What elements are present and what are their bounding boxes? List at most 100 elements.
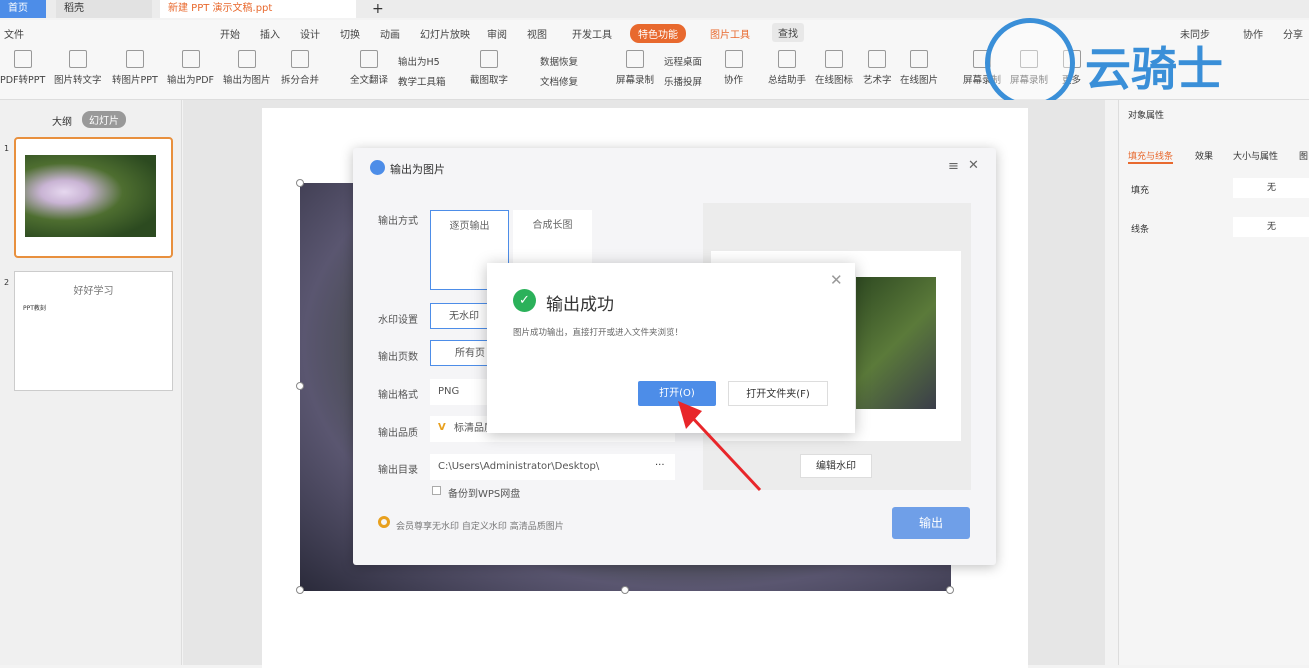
export-h5-button[interactable]: 输出为H5 [398,54,440,68]
slide-thumbnail-1[interactable] [14,137,173,258]
menu-item[interactable]: 审阅 [487,26,507,41]
new-tab-button[interactable]: + [364,0,392,18]
edit-watermark-button[interactable]: 编辑水印 [800,454,872,478]
resize-handle[interactable] [296,586,304,594]
slides-tab[interactable]: 幻灯片 [82,111,126,128]
success-check-icon: ✓ [513,289,536,312]
translate-button[interactable]: 全文翻译 [350,50,388,86]
art-text-button[interactable]: 艺术字 [863,50,892,86]
tab-fill-line[interactable]: 填充与线条 [1128,149,1174,164]
logo-text: 云骑士 [1085,42,1223,96]
preview-image [856,277,936,409]
slide-number: 2 [4,278,10,287]
tab-effects[interactable]: 效果 [1195,149,1213,162]
dir-label: 输出目录 [378,465,418,476]
backup-label: 备份到WPS网盘 [448,489,521,500]
label: 转图片PPT [112,75,158,86]
label: 截图取字 [470,75,509,86]
menu-item[interactable]: 幻灯片放映 [420,26,470,41]
export-pdf-button[interactable]: 输出为PDF [167,50,214,86]
export-image-button[interactable]: 输出为图片 [223,50,271,86]
teaching-tools-button[interactable]: 教学工具箱 [398,74,446,88]
menu-icon[interactable]: ≡ [948,159,959,174]
arrow-shaft [686,411,762,492]
close-icon[interactable]: ✕ [968,158,979,173]
popup-message: 图片成功输出，直接打开或进入文件夹浏览！ [513,328,684,338]
image-ppt-button[interactable]: 转图片PPT [112,50,158,86]
label: 全文翻译 [350,75,389,86]
watermark-logo: 云骑士 [985,8,1295,108]
image-to-text-button[interactable]: 图片转文字 [54,50,102,86]
tab-daoke[interactable]: 稻壳 [56,0,152,18]
tab-size[interactable]: 大小与属性 [1233,149,1278,162]
menu-item[interactable]: 视图 [527,26,547,41]
fill-select[interactable]: 无 [1233,178,1309,198]
label: 协作 [724,75,744,86]
menu-item[interactable]: 插入 [260,26,280,41]
search-button[interactable]: 查找 [772,23,804,42]
resize-handle[interactable] [621,586,629,594]
slide-thumbnail-image [25,155,156,237]
screen-record-button[interactable]: 屏幕录制 [616,50,654,86]
collab-tool-button[interactable]: 协作 [724,50,743,86]
property-panel: 对象属性 填充与线条 效果 大小与属性 图 填充 无 线条 无 [1118,100,1309,665]
line-select[interactable]: 无 [1233,217,1309,237]
panel-title: 对象属性 [1128,111,1165,121]
close-icon[interactable]: ✕ [830,271,843,289]
vip-icon: V [438,422,446,433]
browse-button[interactable]: ··· [655,460,665,471]
label: 输出为图片 [223,75,271,86]
screenshot-text-button[interactable]: 截图取字 [470,50,508,86]
dialog-title: 输出为图片 [390,163,445,176]
cast-screen-button[interactable]: 乐播投屏 [664,74,702,88]
label: 屏幕录制 [616,75,655,86]
split-merge-button[interactable]: 拆分合并 [281,50,319,86]
watermark-label: 水印设置 [378,315,418,326]
menu-item[interactable]: 设计 [300,26,320,41]
dir-input[interactable]: C:\Users\Administrator\Desktop\ [430,454,675,480]
format-label: 输出格式 [378,390,418,401]
slide-panel: 大纲 幻灯片 1 2 好好学习 PPT教刻 [0,100,182,665]
image-export-icon [370,160,385,175]
label: 总结助手 [768,75,807,86]
file-menu[interactable]: 文件 [4,26,24,41]
tab-picture[interactable]: 图 [1299,149,1308,162]
slide-thumbnail-2[interactable]: 好好学习 PPT教刻 [14,271,173,391]
resize-handle[interactable] [946,586,954,594]
online-pictures-button[interactable]: 在线图片 [900,50,938,86]
quality-label: 输出品质 [378,428,418,439]
slide-number: 1 [4,144,10,153]
resize-handle[interactable] [296,382,304,390]
mode-long-option[interactable]: 合成长图 [513,210,592,270]
menu-item[interactable]: 切换 [340,26,360,41]
knight-logo-icon [985,18,1075,108]
label: 图片转文字 [54,75,102,86]
menu-item[interactable]: 动画 [380,26,400,41]
vip-promo[interactable]: 会员尊享无水印 自定义水印 高清品质图片 [396,519,564,532]
resize-handle[interactable] [296,179,304,187]
mode-label: 输出方式 [378,216,418,227]
tab-home[interactable]: 首页 [0,0,46,18]
fill-label: 填充 [1131,186,1150,196]
popup-title: 输出成功 [546,295,614,315]
menu-item[interactable]: 开始 [220,26,240,41]
outline-tab[interactable]: 大纲 [52,113,72,128]
picture-tools-tab[interactable]: 图片工具 [710,26,750,41]
tab-document[interactable]: 新建 PPT 演示文稿.ppt [160,0,356,18]
pdf-to-ppt-button[interactable]: PDF转PPT [0,50,45,86]
doc-repair-button[interactable]: 文档修复 [540,74,578,88]
pages-label: 输出页数 [378,352,418,363]
label: 拆分合并 [281,75,320,86]
backup-checkbox[interactable] [432,486,441,495]
slide-title: 好好学习 [73,286,114,297]
summary-button[interactable]: 总结助手 [768,50,806,86]
vip-crown-icon [378,516,390,528]
remote-desktop-button[interactable]: 远程桌面 [664,54,702,68]
special-features-tab[interactable]: 特色功能 [630,24,686,43]
label: 在线图标 [815,75,854,86]
menu-item[interactable]: 开发工具 [572,26,612,41]
online-icons-button[interactable]: 在线图标 [815,50,853,86]
data-recovery-button[interactable]: 数据恢复 [540,54,578,68]
slide-bullet: PPT教刻 [23,305,46,312]
export-button[interactable]: 输出 [892,507,970,539]
